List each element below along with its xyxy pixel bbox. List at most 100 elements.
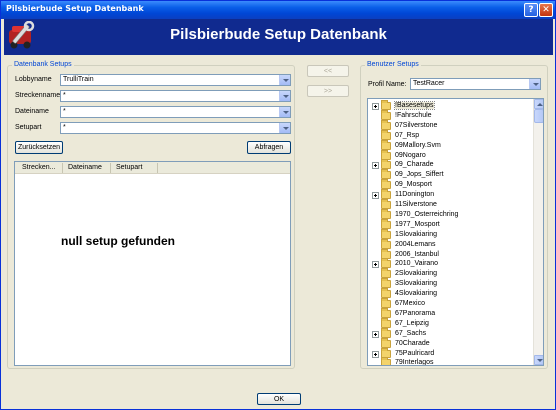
results-list[interactable]: Strecken... Dateiname Setupart null setu…	[14, 161, 291, 366]
close-button[interactable]: ✕	[539, 3, 553, 17]
column-dateiname[interactable]: Dateiname	[68, 164, 102, 171]
title-bar[interactable]: Pilsbierbude Setup Datenbank ? ✕	[1, 1, 555, 19]
tree-item-label: 4Slovakiaring	[395, 290, 438, 298]
lobbyname-select[interactable]: TrulliTrain	[60, 74, 291, 86]
app-window: Pilsbierbude Setup Datenbank ? ✕ Pilsbie…	[0, 0, 556, 410]
streckenname-label: Streckenname	[15, 92, 61, 99]
folder-icon	[381, 109, 391, 120]
tree-item[interactable]: 1970_Osterreichring	[368, 208, 538, 219]
tree-item-label: 09Mallory.Svm	[395, 141, 441, 149]
tree-item[interactable]: 11Silverstone	[368, 199, 538, 209]
tree-item[interactable]: 07Silverstone	[368, 119, 538, 130]
dateiname-value: *	[63, 108, 66, 115]
profile-name-select[interactable]: TestRacer	[410, 78, 541, 90]
dateiname-select[interactable]: *	[60, 106, 291, 118]
tree-item-label: 67Mexico	[395, 300, 425, 307]
expand-icon[interactable]	[372, 330, 379, 338]
tree-item[interactable]: 09Mallory.Svm	[368, 139, 538, 150]
tree-item-label: 09_Charade	[395, 161, 434, 169]
tree-item-label: 09_Mosport	[395, 181, 432, 189]
tree-item[interactable]: 07_Rsp	[368, 129, 538, 140]
tree-item[interactable]: 09_Mosport	[368, 179, 538, 190]
tree-item[interactable]: 2004Lemans	[368, 238, 538, 249]
tree-item[interactable]: !Basesetups	[368, 100, 538, 110]
tree-item[interactable]: 1Slovakiaring	[368, 228, 538, 239]
ok-button[interactable]: OK	[257, 393, 301, 405]
tree-item[interactable]: 67_Leipzig	[368, 317, 538, 328]
tree-item[interactable]: 67_Sachs	[368, 327, 538, 338]
column-divider[interactable]	[62, 163, 63, 173]
scroll-up-icon[interactable]	[534, 99, 543, 109]
tree-item[interactable]: 09Nogaro	[368, 149, 538, 160]
tree-item-label: 11Silverstone	[395, 201, 437, 208]
folder-icon	[381, 278, 391, 289]
folder-icon	[381, 347, 391, 358]
streckenname-select[interactable]: *	[60, 90, 291, 102]
tree-item[interactable]: 70Charade	[368, 337, 538, 348]
tree-item[interactable]: 79Interlagos	[368, 357, 538, 366]
tree-scrollbar[interactable]	[533, 99, 543, 365]
chevron-down-icon[interactable]	[279, 75, 290, 85]
folder-icon	[381, 129, 391, 140]
folder-icon	[381, 238, 391, 249]
tree-item-label: 67_Leipzig	[395, 319, 429, 327]
tree-item[interactable]: 2010_Vairano	[368, 258, 538, 269]
tree-item-label: !Basesetups	[394, 101, 435, 110]
tree-item[interactable]: 3Slovakiaring	[368, 278, 538, 289]
header-banner: Pilsbierbude Setup Datenbank	[4, 19, 553, 55]
folder-icon	[381, 100, 391, 110]
column-setupart[interactable]: Setupart	[116, 164, 142, 171]
setupart-value: *	[63, 124, 66, 131]
tree-item[interactable]: 1977_Mosport	[368, 218, 538, 229]
setupart-label: Setupart	[15, 124, 42, 131]
expand-icon[interactable]	[372, 192, 379, 200]
expand-icon[interactable]	[372, 261, 379, 269]
folder-icon	[381, 248, 391, 259]
folder-icon	[381, 228, 391, 239]
folder-icon	[381, 357, 391, 365]
dateiname-label: Dateiname	[15, 108, 49, 115]
tree-item-label: 2006_Istanbul	[395, 250, 439, 258]
tree-item-label: 1Slovakiaring	[395, 230, 438, 238]
reset-button[interactable]: Zurücksetzen	[15, 141, 63, 154]
scroll-down-icon[interactable]	[534, 355, 543, 365]
folder-icon	[381, 119, 391, 130]
tree-item-label: 79Interlagos	[395, 359, 434, 366]
expand-icon[interactable]	[372, 350, 379, 358]
transfer-left-button[interactable]: <<	[307, 65, 349, 77]
folder-icon	[381, 218, 391, 229]
scroll-thumb[interactable]	[534, 109, 543, 123]
expand-icon[interactable]	[372, 103, 379, 110]
tree-item[interactable]: 2006_Istanbul	[368, 248, 538, 259]
tree-item-label: 07Silverstone	[395, 121, 438, 129]
tree-item[interactable]: 11Donington	[368, 189, 538, 200]
empty-results-message: null setup gefunden	[61, 234, 175, 248]
chevron-down-icon[interactable]	[279, 107, 290, 117]
tree-item-label: 67Panorama	[395, 309, 436, 317]
column-strecken[interactable]: Strecken...	[22, 164, 55, 171]
folder-icon	[381, 159, 391, 170]
results-list-header: Strecken... Dateiname Setupart	[15, 162, 290, 174]
tree-item[interactable]: !Fahrschule	[368, 109, 538, 120]
column-divider[interactable]	[110, 163, 111, 173]
folder-icon	[381, 189, 391, 200]
help-button[interactable]: ?	[524, 3, 538, 17]
tree-item[interactable]: 75Paulricard	[368, 347, 538, 358]
tree-item[interactable]: 4Slovakiaring	[368, 288, 538, 299]
expand-icon[interactable]	[372, 162, 379, 170]
query-button[interactable]: Abfragen	[247, 141, 291, 154]
tree-item[interactable]: 67Panorama	[368, 307, 538, 318]
chevron-down-icon[interactable]	[279, 91, 290, 101]
chevron-down-icon[interactable]	[529, 79, 540, 89]
tree-item[interactable]: 09_Charade	[368, 159, 538, 170]
tree-item[interactable]: 09_Jops_Siffert	[368, 169, 538, 180]
setup-folder-tree[interactable]: !Basesetups !Fahrschule 07Silverstone 07_Rs…	[367, 98, 544, 366]
chevron-down-icon[interactable]	[279, 123, 290, 133]
tree-item[interactable]: 2Slovakiaring	[368, 268, 538, 279]
transfer-right-button[interactable]: >>	[307, 85, 349, 97]
setupart-select[interactable]: *	[60, 122, 291, 134]
lobbyname-value: TrulliTrain	[63, 76, 94, 83]
tree-item-label: 07_Rsp	[395, 131, 420, 139]
tree-item[interactable]: 67Mexico	[368, 298, 538, 308]
column-divider[interactable]	[157, 163, 158, 173]
